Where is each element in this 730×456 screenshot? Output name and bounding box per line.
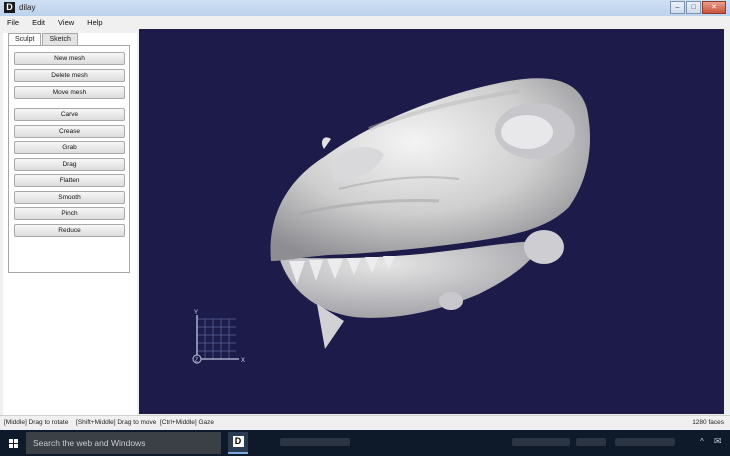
start-button[interactable] bbox=[4, 433, 24, 453]
tray-chevron-up-icon[interactable]: ^ bbox=[700, 437, 704, 446]
taskbar: Search the web and Windows D ^ ✉ bbox=[0, 430, 730, 456]
status-hint-gaze: [Ctrl+Middle] Gaze bbox=[160, 419, 215, 426]
grab-button[interactable]: Grab bbox=[14, 141, 125, 154]
taskbar-blurred-item bbox=[280, 438, 350, 446]
tool-panel: Sculpt Sketch New mesh Delete mesh Move … bbox=[3, 33, 137, 417]
3d-viewport[interactable]: Y X Z bbox=[139, 29, 724, 414]
taskbar-search-input[interactable]: Search the web and Windows bbox=[26, 432, 221, 454]
taskbar-blurred-item bbox=[512, 438, 570, 446]
delete-mesh-button[interactable]: Delete mesh bbox=[14, 69, 125, 82]
window-title: dilay bbox=[19, 3, 36, 12]
dilay-logo-icon: D bbox=[4, 2, 15, 13]
tab-sketch[interactable]: Sketch bbox=[42, 33, 78, 45]
windows-logo-icon bbox=[9, 439, 18, 448]
status-hint-move: [Shift+Middle] Drag to move bbox=[76, 419, 157, 426]
menu-edit[interactable]: Edit bbox=[25, 16, 51, 28]
axis-x-label: X bbox=[241, 358, 245, 364]
pinch-button[interactable]: Pinch bbox=[14, 207, 125, 220]
axis-gizmo: Y X Z bbox=[192, 310, 245, 364]
carve-button[interactable]: Carve bbox=[14, 108, 125, 121]
close-button[interactable]: ✕ bbox=[702, 1, 726, 14]
minimize-button[interactable]: – bbox=[670, 1, 685, 14]
menu-file[interactable]: File bbox=[0, 16, 25, 28]
sculpted-mesh[interactable] bbox=[270, 78, 590, 349]
sculpt-canvas[interactable]: Y X Z bbox=[139, 29, 724, 414]
menu-view[interactable]: View bbox=[51, 16, 80, 28]
menu-bar: File Edit View Help bbox=[0, 16, 730, 28]
crease-button[interactable]: Crease bbox=[14, 125, 125, 138]
status-bar: [Middle] Drag to rotate [Shift+Middle] D… bbox=[0, 415, 730, 431]
new-mesh-button[interactable]: New mesh bbox=[14, 52, 125, 65]
smooth-button[interactable]: Smooth bbox=[14, 191, 125, 204]
axis-y-label: Y bbox=[194, 310, 198, 316]
drag-button[interactable]: Drag bbox=[14, 158, 125, 171]
window-controls: – □ ✕ bbox=[669, 1, 726, 14]
tray-notification-icon[interactable]: ✉ bbox=[714, 436, 724, 446]
status-hint-rotate: [Middle] Drag to rotate bbox=[4, 419, 69, 426]
maximize-button[interactable]: □ bbox=[686, 1, 701, 14]
taskbar-app-dilay[interactable]: D bbox=[228, 432, 248, 454]
taskbar-blurred-item bbox=[615, 438, 675, 446]
dilay-taskbar-icon: D bbox=[232, 436, 244, 447]
move-mesh-button[interactable]: Move mesh bbox=[14, 86, 125, 99]
app-window: D dilay – □ ✕ File Edit View Help Sculpt… bbox=[0, 0, 730, 431]
title-bar[interactable]: D dilay – □ ✕ bbox=[0, 0, 730, 17]
taskbar-blurred-item bbox=[576, 438, 606, 446]
menu-help[interactable]: Help bbox=[80, 16, 108, 28]
face-count: 1280 faces bbox=[692, 419, 724, 426]
reduce-button[interactable]: Reduce bbox=[14, 224, 125, 237]
flatten-button[interactable]: Flatten bbox=[14, 174, 125, 187]
sculpt-tab-content: New mesh Delete mesh Move mesh Carve Cre… bbox=[8, 45, 130, 273]
window-right-edge bbox=[724, 29, 730, 414]
axis-z-label: Z bbox=[195, 358, 198, 364]
